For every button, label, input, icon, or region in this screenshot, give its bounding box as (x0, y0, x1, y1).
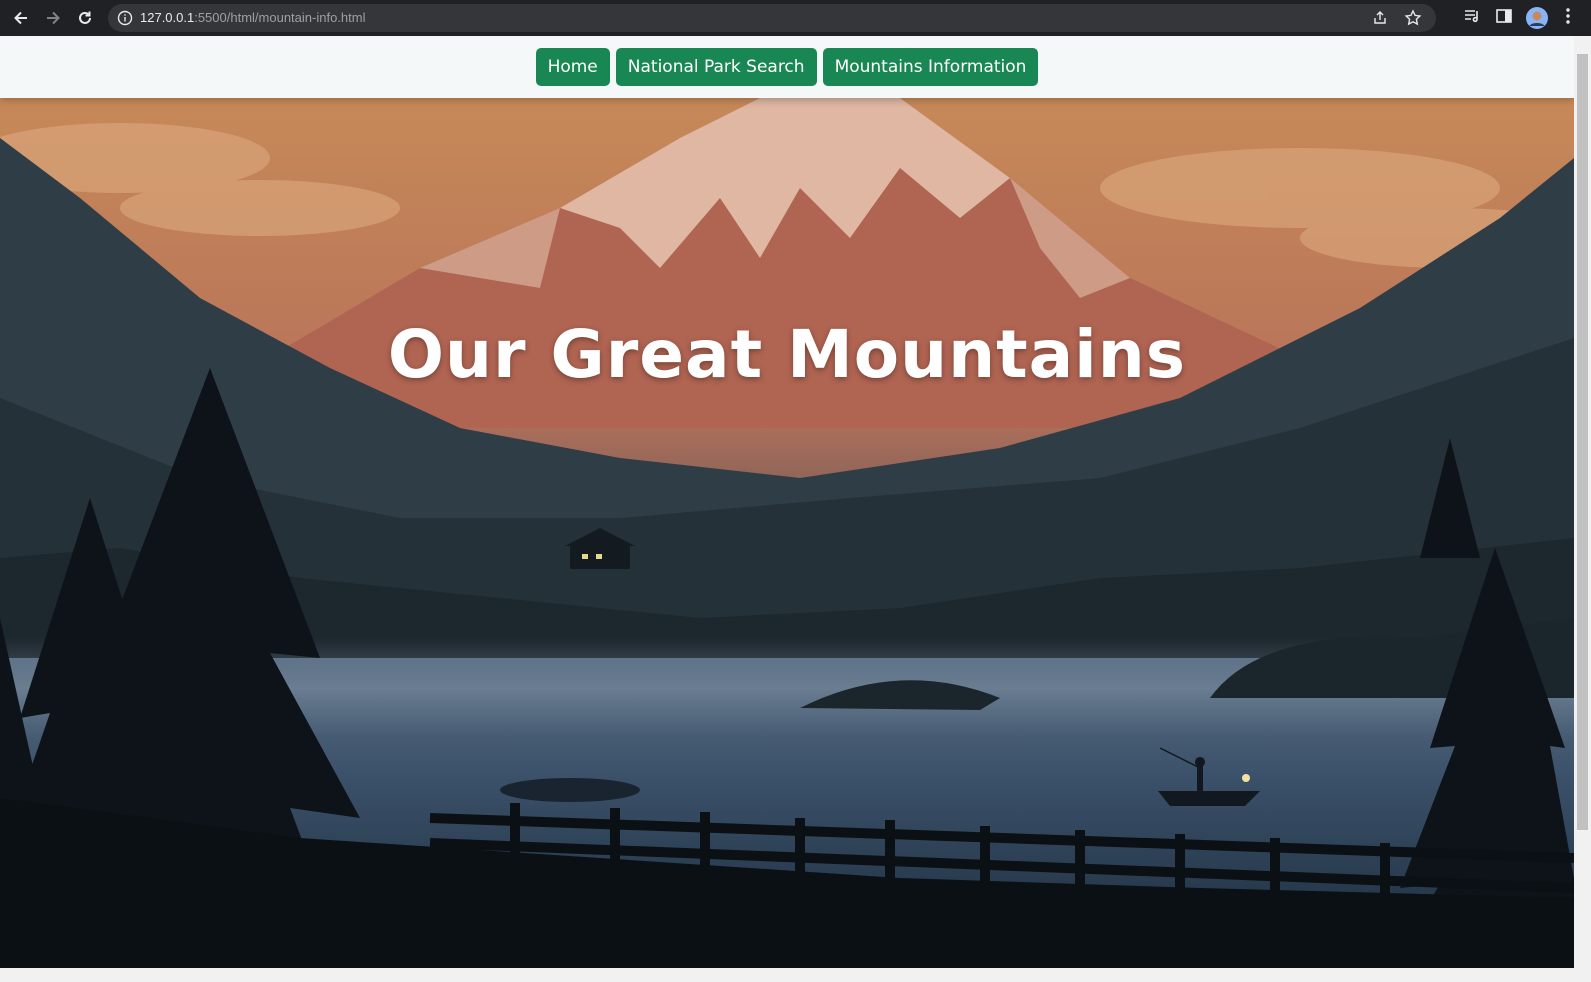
more-menu-icon[interactable] (1560, 6, 1576, 30)
nav-national-park-search-button[interactable]: National Park Search (615, 48, 817, 86)
mountain-landscape-illustration (0, 98, 1574, 968)
bottom-edge (0, 968, 1591, 982)
address-bar[interactable]: 127.0.0.1:5500/html/mountain-info.html (108, 4, 1436, 32)
nav-home-button[interactable]: Home (535, 48, 610, 86)
hero-section: Our Great Mountains (0, 98, 1574, 968)
bookmark-star-icon[interactable] (1404, 9, 1422, 31)
page-viewport: Home National Park Search Mountains Info… (0, 36, 1574, 968)
scrollbar-thumb[interactable] (1577, 54, 1588, 830)
back-arrow-icon[interactable] (9, 6, 33, 30)
url-host: 127.0.0.1 (140, 10, 195, 25)
share-icon[interactable] (1372, 10, 1388, 30)
url-path: :5500/html/mountain-info.html (194, 10, 366, 25)
site-info-icon[interactable] (117, 10, 133, 30)
side-panel-icon[interactable] (1494, 6, 1514, 30)
forward-arrow-icon[interactable] (41, 6, 65, 30)
url-text: 127.0.0.1:5500/html/mountain-info.html (140, 10, 365, 25)
browser-toolbar: 127.0.0.1:5500/html/mountain-info.html (0, 0, 1591, 36)
nav-mountains-information-button[interactable]: Mountains Information (822, 48, 1039, 86)
reading-list-icon[interactable] (1462, 6, 1482, 30)
page-scrollbar[interactable] (1574, 36, 1591, 968)
profile-avatar[interactable] (1526, 7, 1548, 33)
reload-icon[interactable] (73, 6, 97, 30)
hero-title: Our Great Mountains (387, 316, 1187, 393)
site-navbar: Home National Park Search Mountains Info… (0, 36, 1574, 98)
